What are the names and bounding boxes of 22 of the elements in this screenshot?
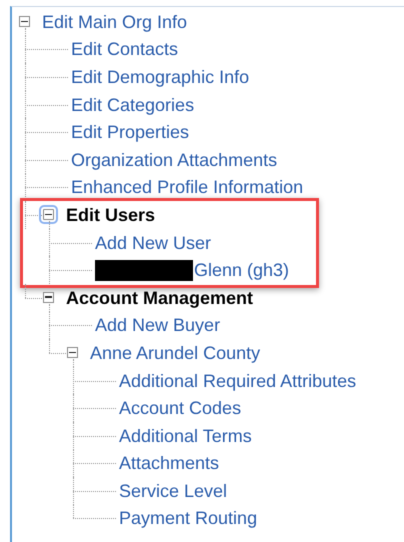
- tree-link[interactable]: Edit Demographic Info: [71, 68, 250, 86]
- tree-link[interactable]: Account Codes: [119, 399, 242, 418]
- tree-link[interactable]: Edit Properties: [71, 123, 190, 142]
- tree-link[interactable]: Additional Terms: [119, 426, 252, 445]
- tree-link[interactable]: Edit Categories: [71, 96, 194, 114]
- collapse-toggle-icon[interactable]: [67, 346, 78, 358]
- tree-link[interactable]: Anne Arundel County: [90, 344, 260, 362]
- tree-link[interactable]: Add New User: [95, 234, 212, 252]
- tree-link[interactable]: Additional Required Attributes: [119, 372, 356, 390]
- tree-link[interactable]: Attachments: [119, 454, 220, 472]
- tree-link[interactable]: Edit Main Org Info: [42, 12, 188, 31]
- tree-link[interactable]: Payment Routing: [119, 509, 258, 528]
- collapse-toggle-icon[interactable]: [19, 16, 30, 27]
- collapse-toggle-icon[interactable]: [43, 292, 54, 303]
- tree-link[interactable]: Add New Buyer: [95, 316, 220, 334]
- tree-section-label[interactable]: Account Management: [66, 288, 254, 307]
- tree-link[interactable]: Organization Attachments: [71, 150, 278, 169]
- tree-link[interactable]: Glenn (gh3): [194, 261, 290, 280]
- tree-link[interactable]: Edit Contacts: [71, 40, 178, 58]
- tree-link[interactable]: Enhanced Profile Information: [71, 178, 304, 196]
- tree-link[interactable]: Service Level: [119, 482, 228, 500]
- tree-section-label[interactable]: Edit Users: [66, 206, 156, 224]
